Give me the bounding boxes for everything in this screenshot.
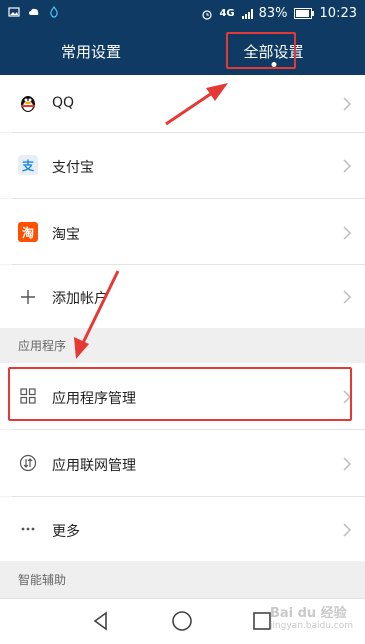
qq-penguin-icon (18, 93, 38, 113)
image-icon (8, 7, 20, 17)
battery-icon (293, 8, 314, 19)
chevron-right-icon (343, 226, 352, 240)
battery-percent: 83% (258, 6, 288, 21)
account-label: 支付宝 (52, 160, 94, 176)
home-button[interactable] (170, 609, 194, 633)
network-type: 4G (219, 8, 235, 19)
status-bar: 4G 83% 10:23 (0, 0, 365, 28)
app-network-management-label: 应用联网管理 (52, 458, 136, 474)
highlight-box (226, 32, 296, 69)
add-account-item[interactable]: 添加帐户 (0, 265, 365, 328)
drop-icon (50, 6, 58, 18)
tab-common-settings[interactable]: 常用设置 (0, 28, 182, 75)
baidu-jingyan-watermark: Bai du 经验 jingyan.baidu.com (270, 602, 353, 631)
more-label: 更多 (52, 524, 80, 540)
network-arrows-icon (18, 453, 38, 473)
clock: 10:23 (319, 6, 357, 21)
app-network-management-item[interactable]: 应用联网管理 (0, 430, 365, 496)
account-item-alipay[interactable]: 支 支付宝 (0, 133, 365, 198)
chevron-right-icon (343, 159, 352, 173)
watermark-site: jingyan.baidu.com (269, 621, 353, 631)
watermark-brand: Bai du 经验 (269, 606, 347, 621)
plus-icon (18, 287, 38, 307)
taobao-icon: 淘 (18, 222, 38, 242)
chevron-right-icon (343, 290, 352, 304)
add-account-label: 添加帐户 (52, 291, 108, 307)
chevron-right-icon (343, 523, 352, 537)
account-label: QQ (52, 95, 75, 111)
tab-all-settings[interactable]: 全部设置 (182, 28, 365, 75)
more-item[interactable]: 更多 (0, 497, 365, 561)
account-item-taobao[interactable]: 淘 淘宝 (0, 199, 365, 264)
back-button[interactable] (89, 609, 113, 633)
signal-icon (241, 8, 253, 19)
alipay-icon: 支 (18, 155, 38, 175)
account-label: 淘宝 (52, 227, 80, 243)
settings-list: QQ 支 支付宝 淘 淘宝 添加帐户 应用程序 应用程序管理 应用联网管理 更多… (0, 75, 365, 598)
alarm-icon (202, 9, 213, 20)
chevron-right-icon (343, 97, 352, 111)
more-dots-icon (18, 519, 38, 539)
tab-label: 常用设置 (60, 43, 121, 61)
section-header-apps: 应用程序 (0, 328, 365, 363)
account-item-qq[interactable]: QQ (0, 75, 365, 132)
highlight-box (8, 367, 352, 421)
settings-tabbar: 常用设置 全部设置 (0, 28, 365, 75)
section-header-smart-assist: 智能辅助 (0, 561, 365, 598)
chevron-right-icon (343, 457, 352, 471)
cloud-icon (29, 8, 39, 15)
